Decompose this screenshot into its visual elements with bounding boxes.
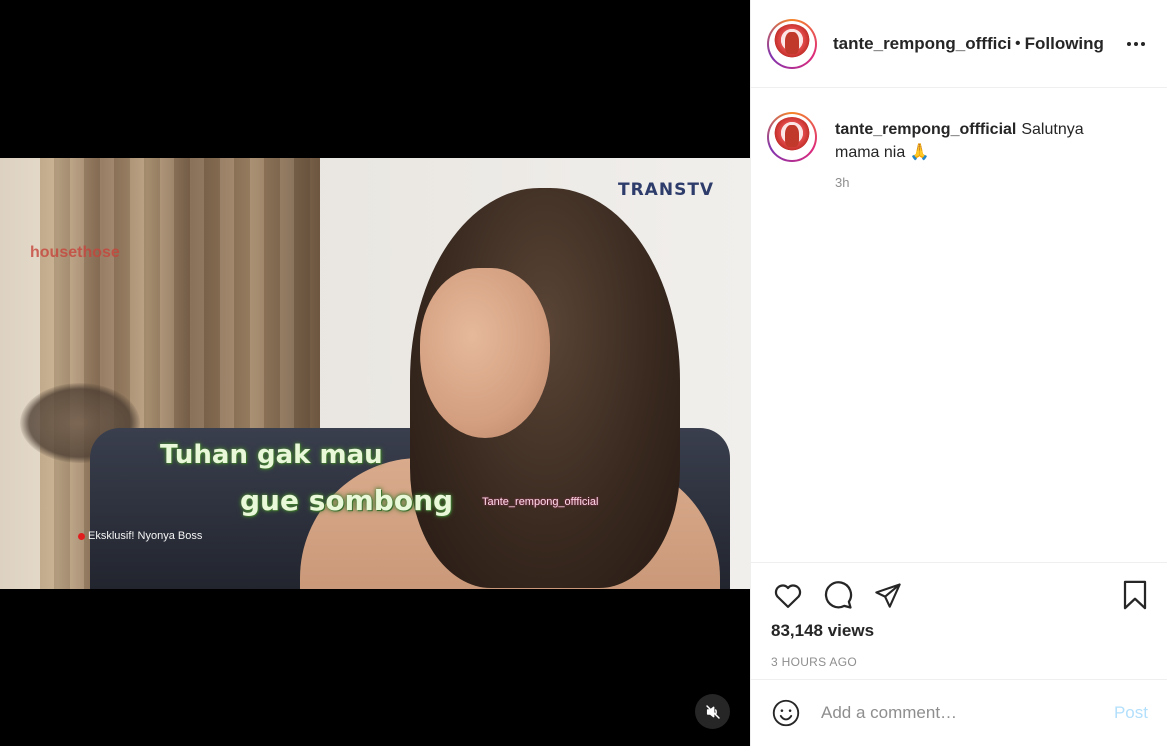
following-button[interactable]: Following bbox=[1025, 34, 1104, 54]
speaker-muted-icon bbox=[705, 704, 720, 719]
video-watermark: Tante_rempong_offficial bbox=[482, 496, 599, 508]
corner-logo: housethose bbox=[30, 244, 120, 261]
window-light bbox=[0, 158, 40, 589]
post-header: tante_rempong_offficial • Following bbox=[751, 0, 1167, 88]
header-separator: • bbox=[1015, 34, 1021, 52]
comment-bubble-icon bbox=[824, 581, 853, 609]
emoji-button[interactable] bbox=[771, 698, 801, 728]
video-player[interactable]: TRANSTV housethose Tuhan gak mau gue som… bbox=[0, 0, 750, 746]
paper-plane-icon bbox=[875, 583, 901, 608]
post-viewer: TRANSTV housethose Tuhan gak mau gue som… bbox=[0, 0, 1167, 746]
like-button[interactable] bbox=[771, 578, 805, 612]
caption-avatar[interactable] bbox=[767, 112, 817, 162]
program-tag: Eksklusif! Nyonya Boss bbox=[78, 530, 202, 542]
caption-timestamp[interactable]: 3h bbox=[835, 175, 1115, 190]
bookmark-icon bbox=[1123, 580, 1147, 610]
subtitle-line-1: Tuhan gak mau bbox=[160, 440, 383, 470]
comment-input[interactable] bbox=[821, 703, 1114, 723]
caption-comment: tante_rempong_offficial Salutnya mama nia… bbox=[751, 88, 1167, 190]
post-sidebar: tante_rempong_offficial • Following tant… bbox=[750, 0, 1167, 746]
caption-username[interactable]: tante_rempong_offficial bbox=[835, 121, 1016, 138]
channel-logo: TRANSTV bbox=[618, 180, 715, 200]
save-button[interactable] bbox=[1118, 578, 1152, 612]
avatar-image bbox=[772, 23, 812, 64]
header-username[interactable]: tante_rempong_offficial bbox=[833, 34, 1011, 54]
view-count[interactable]: 83,148 views bbox=[771, 621, 1152, 641]
more-options-icon[interactable] bbox=[1121, 34, 1151, 54]
add-comment-bar: Post bbox=[751, 679, 1167, 746]
video-frame[interactable]: TRANSTV housethose Tuhan gak mau gue som… bbox=[0, 158, 750, 589]
person-face bbox=[420, 268, 550, 438]
heart-icon bbox=[774, 584, 802, 608]
posted-time[interactable]: 3 HOURS AGO bbox=[771, 655, 1152, 669]
avatar-image bbox=[772, 117, 812, 157]
share-button[interactable] bbox=[871, 578, 905, 612]
smiley-icon bbox=[772, 699, 800, 727]
comment-button[interactable] bbox=[821, 578, 855, 612]
mute-button[interactable] bbox=[695, 694, 730, 729]
avatar[interactable] bbox=[767, 18, 817, 69]
action-bar: 83,148 views 3 HOURS AGO bbox=[751, 562, 1167, 669]
caption-text-block: tante_rempong_offficial Salutnya mama nia… bbox=[835, 118, 1115, 164]
subtitle-line-2: gue sombong bbox=[240, 484, 454, 517]
post-button[interactable]: Post bbox=[1114, 703, 1148, 723]
